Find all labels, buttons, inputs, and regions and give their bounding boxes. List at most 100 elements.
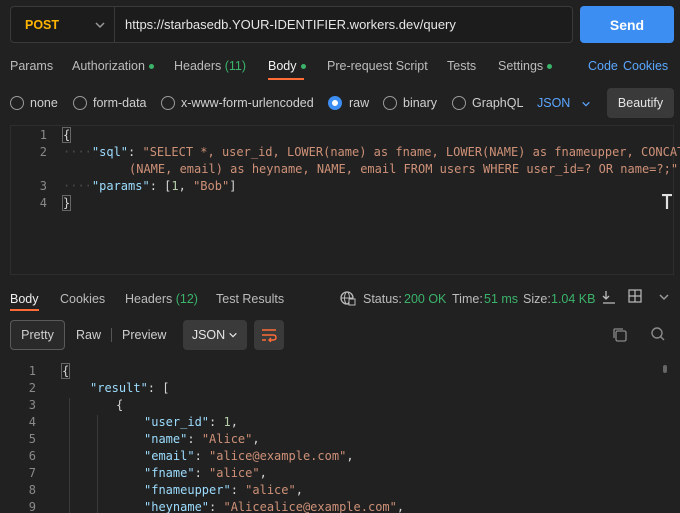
status-dot	[148, 64, 154, 70]
size-label: Size:	[523, 292, 551, 306]
line-number: 7	[28, 466, 36, 480]
save-icon[interactable]	[602, 290, 616, 304]
tab-tests[interactable]: Tests	[447, 59, 476, 73]
json-key: "user_id"	[144, 415, 210, 429]
url-box: POST https://starbasedb.YOUR-IDENTIFIER.…	[10, 6, 573, 43]
status-label: Status:	[363, 292, 402, 306]
tab-body-label: Body	[268, 59, 297, 73]
line-number: 4	[39, 196, 47, 210]
line-number: 3	[39, 179, 47, 193]
chevron-down-icon[interactable]	[658, 291, 670, 303]
url-input[interactable]: https://starbasedb.YOUR-IDENTIFIER.worke…	[115, 17, 456, 32]
time-label: Time:	[452, 292, 483, 306]
radio-none-label: none	[30, 96, 58, 110]
send-button[interactable]: Send	[580, 6, 674, 43]
request-body-editor[interactable]: 1 2 3 4 { ····"sql": "SELECT *, user_id,…	[10, 125, 680, 275]
tab-params[interactable]: Params	[10, 59, 53, 73]
response-body[interactable]: 1 2 3 4 5 6 7 8 9 { "result": [ { "user_…	[0, 362, 680, 513]
layout-icon[interactable]	[628, 289, 642, 303]
tab-authorization[interactable]: Authorization	[72, 59, 154, 73]
json-string: "SELECT *, user_id, LOWER(name) as fname…	[142, 145, 680, 159]
open-brace: {	[116, 398, 124, 412]
json-string: "alice"	[245, 483, 296, 497]
json-key: "heyname"	[144, 500, 210, 513]
resp-tab-cookies[interactable]: Cookies	[60, 292, 105, 306]
divider	[111, 328, 112, 342]
cookies-link[interactable]: Cookies	[623, 59, 668, 73]
tab-body[interactable]: Body	[268, 59, 306, 73]
wrap-lines-button[interactable]	[254, 320, 284, 350]
json-string: "Bob"	[193, 179, 230, 193]
tab-settings[interactable]: Settings	[498, 59, 553, 73]
chevron-down-icon	[95, 22, 105, 29]
beautify-button[interactable]: Beautify	[607, 88, 674, 118]
scrollbar[interactable]	[663, 365, 667, 373]
resp-line-9: "heyname": "Alicealice@example.com",	[144, 500, 405, 513]
code-line-2: ····"sql": "SELECT *, user_id, LOWER(nam…	[63, 145, 680, 159]
line-number: 5	[28, 432, 36, 446]
response-format-select[interactable]: JSON	[183, 320, 247, 350]
resp-tab-body[interactable]: Body	[10, 292, 39, 306]
method-select[interactable]: POST	[11, 7, 115, 42]
preview-button[interactable]: Preview	[122, 320, 166, 350]
resp-line-4: "user_id": 1,	[144, 415, 238, 429]
resp-tab-headers[interactable]: Headers (12)	[125, 292, 198, 306]
raw-button[interactable]: Raw	[76, 320, 101, 350]
json-number: 1	[171, 179, 179, 193]
radio-raw-label: raw	[349, 96, 370, 110]
json-key: "result"	[90, 381, 148, 395]
time-value: 51 ms	[484, 292, 519, 306]
json-key: "fnameupper"	[144, 483, 231, 497]
resp-line-1: {	[60, 363, 71, 379]
radio-urlencoded[interactable]	[161, 96, 175, 110]
active-tab-underline	[10, 309, 39, 311]
line-number: 4	[28, 415, 36, 429]
indent-guide	[97, 415, 98, 513]
open-brace: {	[61, 127, 72, 143]
json-key: "params"	[91, 179, 150, 193]
raw-format-select[interactable]: JSON	[537, 96, 592, 110]
radio-form-data-label: form-data	[93, 96, 147, 110]
radio-graphql[interactable]	[452, 96, 466, 110]
line-number: 2	[39, 145, 47, 159]
radio-none[interactable]	[10, 96, 24, 110]
copy-icon[interactable]	[612, 327, 628, 343]
code-line-3: ····"params": [1, "Bob"]	[63, 179, 237, 193]
line-number: 3	[28, 398, 36, 412]
tab-headers[interactable]: Headers (11)	[174, 59, 246, 73]
active-tab-underline	[268, 78, 304, 80]
request-tabs: Params Authorization Headers (11) Body P…	[0, 56, 680, 80]
tab-headers-label: Headers	[174, 59, 222, 73]
headers-count: (11)	[224, 59, 247, 73]
raw-format-label: JSON	[537, 96, 571, 110]
resp-line-3: {	[116, 398, 123, 412]
radio-binary[interactable]	[383, 96, 397, 110]
json-key: "sql"	[91, 145, 129, 159]
tab-authorization-label: Authorization	[72, 59, 145, 73]
globe-icon[interactable]	[340, 290, 356, 306]
code-link[interactable]: Code	[588, 59, 618, 73]
resp-line-2: "result": [	[90, 381, 170, 395]
chevron-down-icon	[229, 332, 237, 338]
resp-tab-test-results[interactable]: Test Results	[216, 292, 284, 306]
resp-line-5: "name": "Alice",	[144, 432, 260, 446]
search-icon[interactable]	[650, 326, 666, 342]
response-format-label: JSON	[191, 328, 226, 342]
line-number: 1	[39, 128, 47, 142]
indent-guide	[69, 398, 70, 513]
chevron-down-icon	[582, 101, 590, 107]
line-number: 2	[28, 381, 36, 395]
radio-raw[interactable]	[328, 96, 342, 110]
line-number: 6	[28, 449, 36, 463]
json-string: "Alicealice@example.com"	[223, 500, 397, 513]
open-brace: {	[60, 363, 71, 379]
line-number: 9	[28, 500, 36, 513]
tab-prerequest-script[interactable]: Pre-request Script	[327, 59, 428, 73]
status-dot	[300, 64, 306, 70]
code-line-4: }	[61, 195, 72, 211]
response-tabs: Body Cookies Headers (12) Test Results S…	[0, 288, 680, 311]
pretty-button[interactable]: Pretty	[10, 320, 65, 350]
resp-tab-headers-label: Headers	[125, 292, 173, 306]
wrap-lines-icon	[262, 329, 277, 342]
radio-form-data[interactable]	[73, 96, 87, 110]
